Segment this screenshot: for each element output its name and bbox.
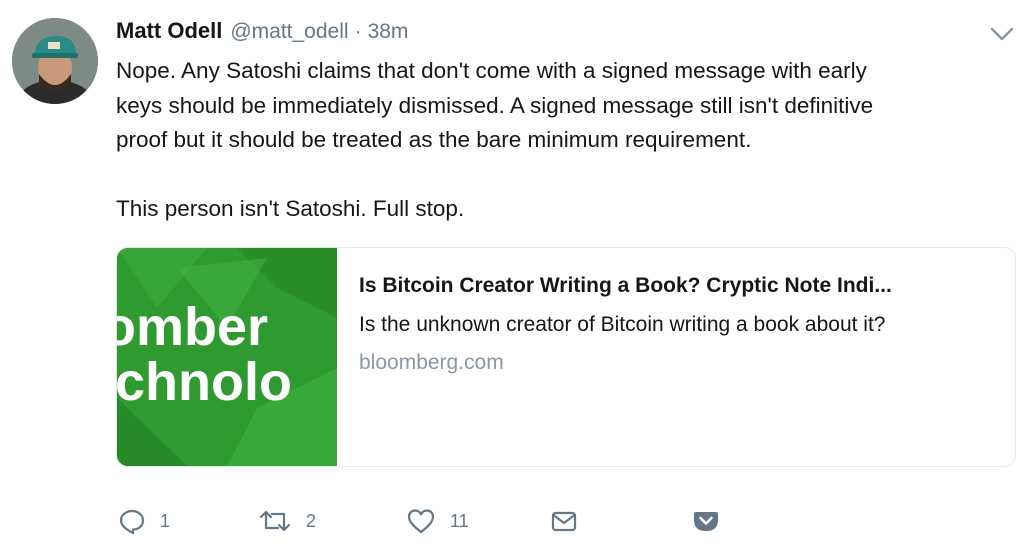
card-thumbnail-text: omber bbox=[117, 297, 268, 357]
tweet-text-line: keys should be immediately dismissed. A … bbox=[116, 92, 874, 118]
tweet-text-line: This person isn't Satoshi. Full stop. bbox=[116, 195, 465, 221]
reply-button[interactable]: 1 bbox=[118, 505, 170, 537]
tweet-timestamp[interactable]: 38m bbox=[368, 20, 409, 44]
retweet-count: 2 bbox=[306, 510, 317, 531]
tweet-actions: 1 2 11 bbox=[118, 505, 738, 537]
separator-dot: · bbox=[354, 20, 362, 43]
user-name[interactable]: Matt Odell bbox=[116, 18, 222, 44]
retweet-icon bbox=[258, 507, 292, 535]
card-title[interactable]: Is Bitcoin Creator Writing a Book? Crypt… bbox=[359, 271, 999, 301]
direct-message-button[interactable] bbox=[550, 505, 578, 537]
heart-icon bbox=[406, 507, 436, 535]
reply-count: 1 bbox=[160, 510, 171, 531]
avatar[interactable] bbox=[12, 18, 98, 104]
card-thumbnail: omber chnolo bbox=[117, 248, 337, 466]
pocket-button[interactable] bbox=[692, 505, 720, 537]
card-thumbnail-text: chnolo bbox=[117, 352, 292, 412]
like-button[interactable]: 11 bbox=[406, 505, 469, 537]
tweet-text-line: Nope. Any Satoshi claims that don't come… bbox=[116, 58, 867, 83]
card-domain: bloomberg.com bbox=[359, 351, 504, 374]
card-body: Is Bitcoin Creator Writing a Book? Crypt… bbox=[337, 248, 1015, 466]
tweet-text-line: proof but it should be treated as the ba… bbox=[116, 127, 752, 152]
chevron-down-icon[interactable] bbox=[988, 24, 1016, 44]
reply-icon bbox=[118, 507, 146, 535]
pocket-icon bbox=[692, 507, 720, 535]
link-card[interactable]: omber chnolo Is Bitcoin Creator Writing … bbox=[116, 247, 1016, 467]
card-description: Is the unknown creator of Bitcoin writin… bbox=[359, 313, 886, 336]
tweet-text: Nope. Any Satoshi claims that don't come… bbox=[116, 54, 996, 226]
retweet-button[interactable]: 2 bbox=[258, 505, 316, 537]
envelope-icon bbox=[550, 507, 578, 535]
like-count: 11 bbox=[450, 510, 469, 531]
tweet-header: Matt Odell @matt_odell · 38m bbox=[116, 18, 408, 50]
user-handle[interactable]: @matt_odell bbox=[230, 20, 348, 44]
